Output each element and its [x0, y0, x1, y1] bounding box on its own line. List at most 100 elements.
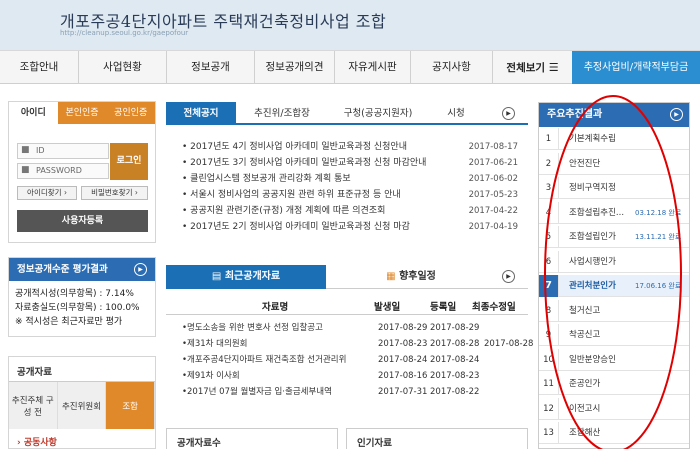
tab-district-notices[interactable]: 구청(공공지원자) — [328, 102, 428, 125]
row-mod: 2017-08-28 — [484, 339, 534, 349]
site-header: 개포주공4단지아파트 주택재건축정비사업 조합 http://cleanup.s… — [0, 0, 700, 50]
find-id-button[interactable]: 아이디찾기 › — [17, 186, 77, 200]
nav-item-free-board[interactable]: 자유게시판 — [334, 51, 410, 84]
tab-recent-data[interactable]: ▤ 최근공개자료 — [166, 265, 326, 289]
public-data-count-panel: 공개자료수 — [166, 428, 338, 449]
login-tabs: 아이디 본인인증 공인인증 — [9, 102, 156, 124]
table-row[interactable]: • 제31차 대의원회 2017-08-23 2017-08-28 2017-08-2… — [182, 337, 533, 352]
notice-item[interactable]: • 클린업시스템 정보공개 관리강화 계획 통보 2017-06-02 — [182, 171, 518, 187]
recent-data-panel: ▤ 최근공개자료 ▦ 향후일정 ▶ 자료명 발생일 등록일 최종수정일 • 명도… — [166, 265, 533, 415]
result-step-item[interactable]: 10 일반분양승인 — [539, 348, 689, 371]
table-row[interactable]: • 개포주공4단지아파트 재건축조합 선거관리위 2017-08-24 2017-0… — [182, 353, 522, 368]
result-step-item[interactable]: 9 착공신고 — [539, 324, 689, 346]
tab-committee-notices[interactable]: 추진위/조합장 — [242, 102, 322, 125]
tab-union[interactable]: 조합 — [106, 382, 156, 429]
nav-item-union-info[interactable]: 조합안내 — [0, 51, 78, 84]
login-button[interactable]: 로그인 — [110, 143, 148, 180]
recent-tabs: ▤ 최근공개자료 ▦ 향후일정 ▶ — [166, 265, 528, 289]
row-reg: 2017-08-28 — [430, 339, 480, 349]
row-occur: 2017-08-23 — [378, 339, 428, 349]
eval-timeliness: 공개적시성(의무항목) : 7.14% — [15, 289, 134, 299]
tab-city-notices[interactable]: 시청 — [432, 102, 480, 125]
result-step-item[interactable]: 8 철거신고 — [539, 299, 689, 322]
tab-all-notices[interactable]: 전체공지 — [166, 102, 236, 125]
step-label: 조합설립인가 — [569, 232, 616, 242]
result-step-item[interactable]: 7 관리처분인가 17.06.16 완료 — [539, 275, 689, 297]
results-list: 1 기본계획수립 2 안전진단 3 정비구역지정 4 조합설립추진... 03.12.18 완료… — [539, 128, 689, 448]
result-step-item[interactable]: 13 조합해산 — [539, 422, 689, 444]
result-step-item[interactable]: 12 이전고시 — [539, 397, 689, 420]
common-items-label: 공동사항 — [23, 438, 57, 448]
notice-title: 2017년도 4기 정비사업 아카데미 일반교육과정 신청안내 — [190, 142, 407, 152]
nav-item-info-disclosure[interactable]: 정보공개 — [166, 51, 254, 84]
step-number: 9 — [539, 324, 559, 346]
notice-item[interactable]: • 2017년도 2기 정비사업 아카데미 일반교육과정 신청 마감 2017-0… — [182, 219, 518, 235]
result-step-item[interactable]: 2 안전진단 — [539, 152, 689, 175]
tab-pre-organization[interactable]: 추진주체 구성 전 — [9, 382, 58, 429]
find-password-button[interactable]: 비밀번호찾기 › — [81, 186, 148, 200]
table-row[interactable]: • 2017년 07월 월별자금 입·출금세부내역 2017-07-31 2017-… — [182, 385, 522, 400]
step-number: 12 — [539, 397, 559, 420]
notice-item[interactable]: • 공공지원 관련기준(규정) 개정 계획에 따른 의견조회 2017-04-22 — [182, 203, 518, 219]
notice-item[interactable]: • 서울시 정비사업의 공공지원 관련 하위 표준규정 등 안내 2017-05-… — [182, 187, 518, 203]
user-icon: ■ — [21, 145, 30, 155]
site-url: http://cleanup.seoul.go.kr/gaepofour — [60, 29, 189, 37]
notice-date: 2017-05-23 — [468, 190, 518, 200]
result-step-item[interactable]: 11 준공인가 — [539, 373, 689, 395]
recent-more-icon[interactable]: ▶ — [502, 270, 515, 283]
step-label: 철거신고 — [569, 305, 601, 316]
tab-identity-verify[interactable]: 본인인증 — [57, 102, 107, 124]
common-items-link[interactable]: › 공동사항 — [9, 429, 155, 448]
notice-item[interactable]: • 2017년도 4기 정비사업 아카데미 일반교육과정 신청안내 2017-08… — [182, 139, 518, 155]
eval-more-icon[interactable]: ▶ — [134, 263, 147, 276]
tab-committee[interactable]: 추진위원회 — [57, 382, 107, 429]
notice-more-icon[interactable]: ▶ — [502, 107, 515, 120]
id-input[interactable]: ID — [17, 143, 109, 159]
result-step-item[interactable]: 5 조합설립인가 13.11.21 완료 — [539, 226, 689, 248]
register-button[interactable]: 사용자등록 — [17, 210, 148, 232]
step-label: 사업시행인가 — [569, 256, 616, 267]
notice-date: 2017-04-22 — [468, 206, 518, 216]
col-reg-date: 등록일 — [430, 302, 457, 313]
results-title: 주요추진결과 — [547, 109, 603, 120]
step-number: 2 — [539, 152, 559, 175]
tab-upcoming-schedule[interactable]: ▦ 향후일정 — [336, 265, 486, 289]
lock-icon: ■ — [21, 165, 30, 175]
row-title: 2017년 07월 월별자금 입·출금세부내역 — [187, 387, 332, 397]
nav-item-notices[interactable]: 공지사항 — [410, 51, 492, 84]
col-title: 자료명 — [262, 302, 289, 313]
step-date: 13.11.21 완료 — [635, 233, 682, 241]
document-icon: ▤ — [211, 271, 222, 282]
step-label: 정비구역지정 — [569, 183, 616, 193]
step-number: 6 — [539, 250, 559, 273]
eval-header: 정보공개수준 평가결과 ▶ — [9, 258, 155, 281]
step-number: 13 — [539, 422, 559, 444]
row-reg: 2017-08-22 — [430, 387, 480, 397]
nav-estimated-cost-button[interactable]: 추정사업비/개략적부담금 — [572, 51, 700, 84]
eval-completeness: 자료충실도(의무항목) : 100.0% — [15, 303, 140, 313]
chevron-right-icon: › — [134, 188, 138, 197]
result-step-item[interactable]: 4 조합설립추진... 03.12.18 완료 — [539, 201, 689, 224]
tab-id-login[interactable]: 아이디 — [9, 102, 58, 124]
public-data-panel: 공개자료 추진주체 구성 전 추진위원회 조합 › 공동사항 — [8, 356, 156, 449]
password-input[interactable]: PASSWORD — [17, 163, 109, 179]
tab-cert-login[interactable]: 공인인증 — [106, 102, 156, 124]
results-more-icon[interactable]: ▶ — [670, 108, 683, 121]
nav-item-disclosure-opinion[interactable]: 정보공개의견 — [254, 51, 334, 84]
step-label: 기본계획수립 — [569, 134, 616, 144]
step-label: 안전진단 — [569, 158, 601, 169]
step-label: 조합설립추진... — [569, 207, 625, 218]
nav-view-all-button[interactable]: 전체보기 ☰ — [492, 51, 572, 84]
result-step-item[interactable]: 6 사업시행인가 — [539, 250, 689, 273]
notice-tabs: 전체공지 추진위/조합장 구청(공공지원자) 시청 ▶ — [166, 102, 528, 125]
notice-title: 2017년도 2기 정비사업 아카데미 일반교육과정 신청 마감 — [190, 222, 410, 232]
notice-title: 2017년도 3기 정비사업 아카데미 일반교육과정 신청 마감안내 — [190, 158, 427, 168]
result-step-item[interactable]: 1 기본계획수립 — [539, 128, 689, 150]
table-row[interactable]: • 명도소송을 위한 변호사 선정 입찰공고 2017-08-29 2017-08-… — [182, 321, 522, 336]
step-number: 3 — [539, 177, 559, 199]
table-row[interactable]: • 제91차 이사회 2017-08-16 2017-08-23 — [182, 369, 522, 384]
nav-item-project-status[interactable]: 사업현황 — [78, 51, 166, 84]
result-step-item[interactable]: 3 정비구역지정 — [539, 177, 689, 199]
notice-item[interactable]: • 2017년도 3기 정비사업 아카데미 일반교육과정 신청 마감안내 2017… — [182, 155, 518, 171]
recent-tab-label: 최근공개자료 — [224, 271, 281, 282]
